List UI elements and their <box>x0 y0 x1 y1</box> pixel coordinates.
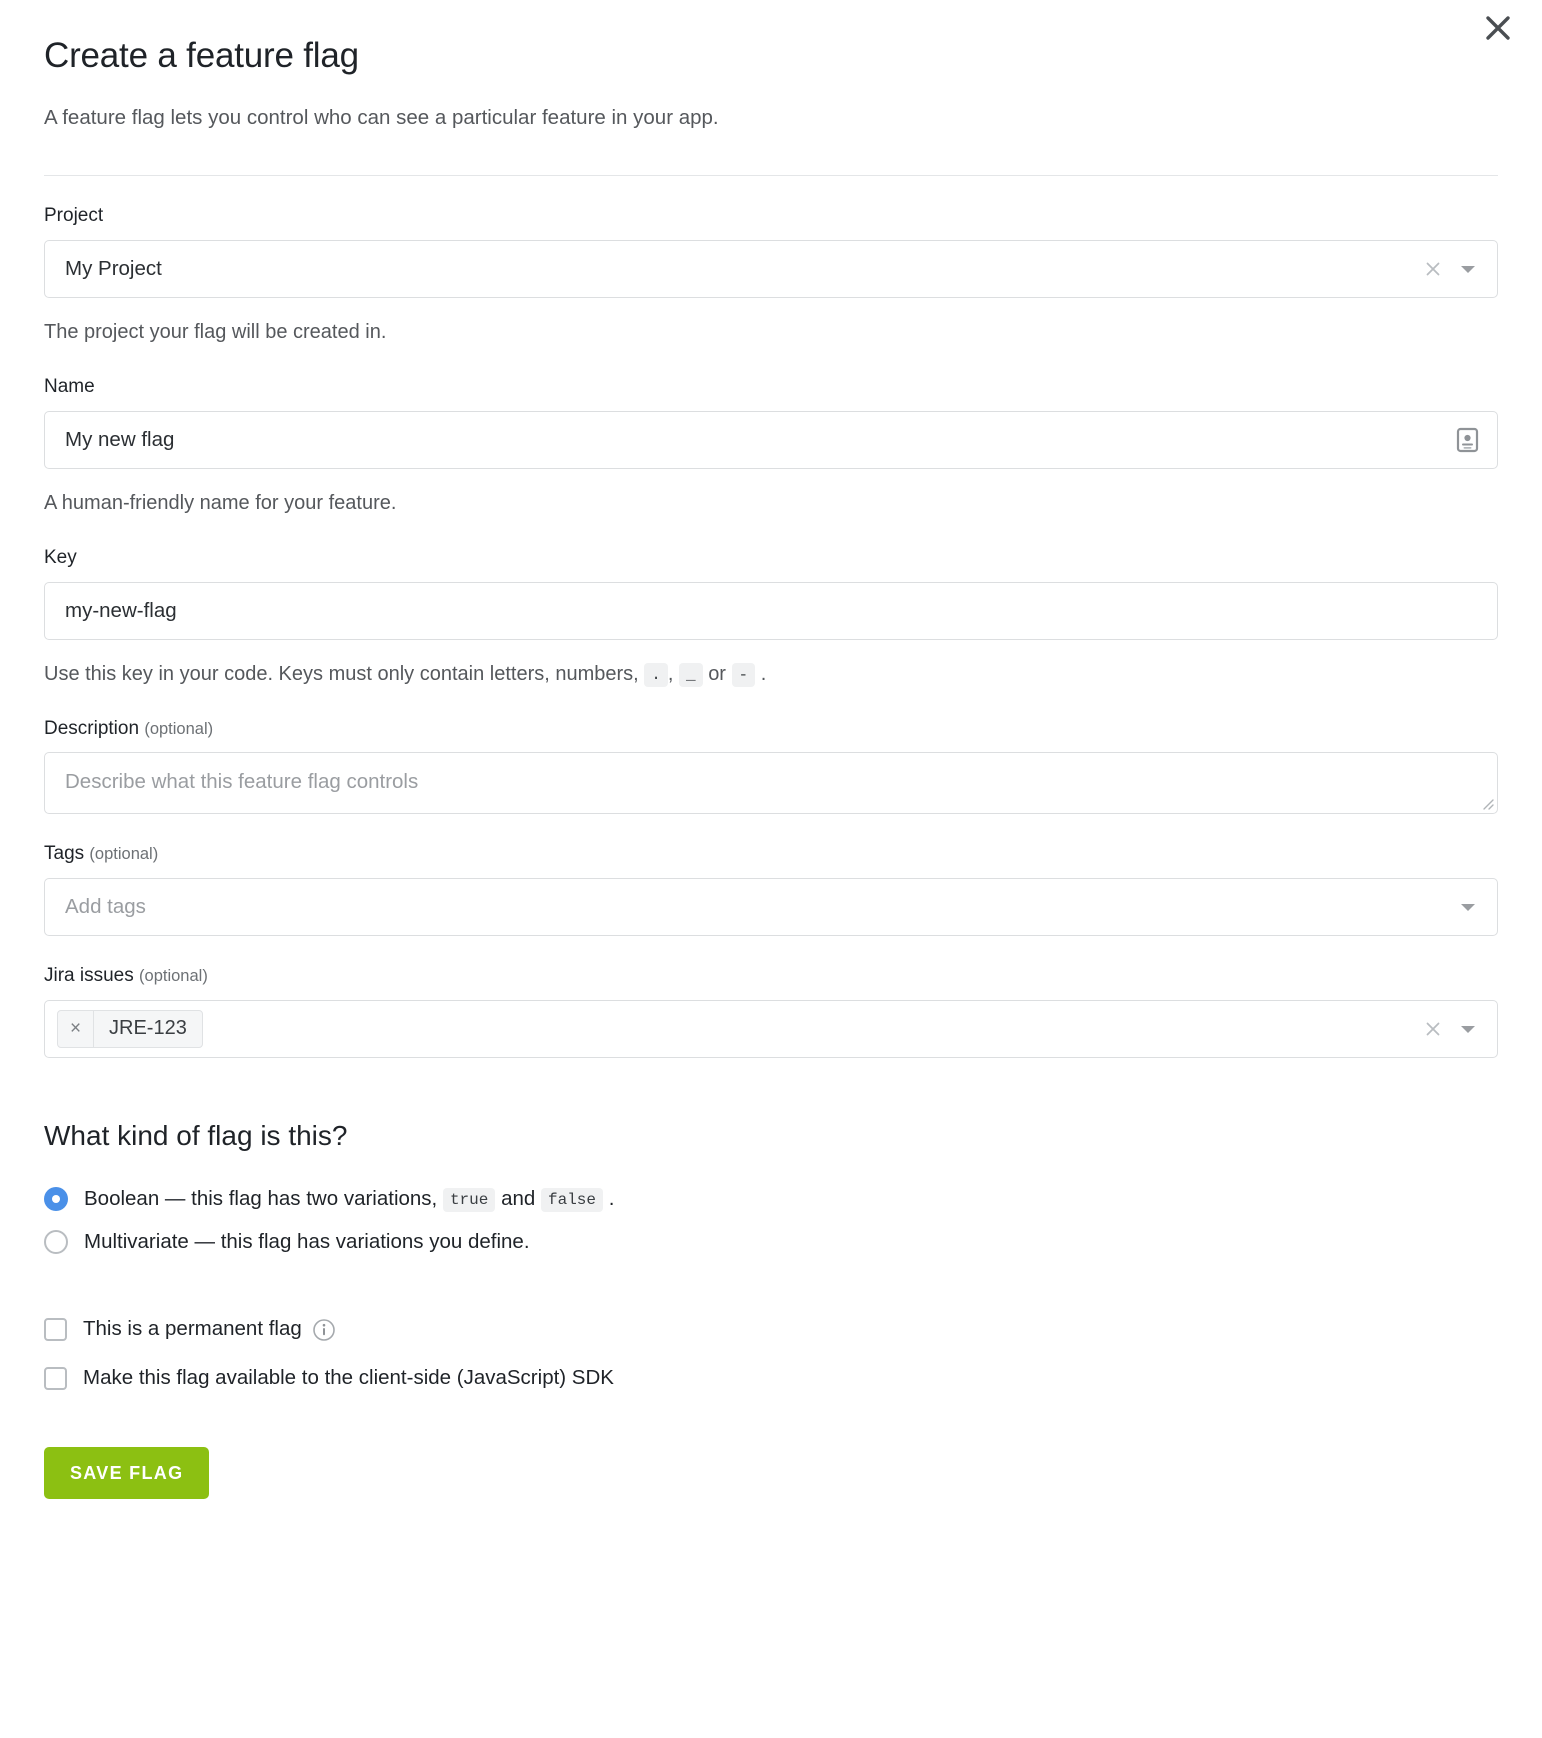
tags-input[interactable] <box>45 878 1457 935</box>
chevron-down-icon[interactable] <box>1457 258 1479 280</box>
flag-kind-heading: What kind of flag is this? <box>44 1119 348 1151</box>
info-icon-glyph <box>312 1318 335 1341</box>
description-optional: (optional) <box>144 719 214 738</box>
jira-optional: (optional) <box>139 966 208 985</box>
checkbox-client-side-sdk-label: Make this flag available to the client-s… <box>83 1366 614 1390</box>
field-description: Description (optional) <box>44 689 1498 815</box>
project-select[interactable] <box>44 240 1498 299</box>
checkbox-permanent-flag-label: This is a permanent flag <box>83 1315 336 1344</box>
page-subtitle: A feature flag lets you control who can … <box>44 105 719 129</box>
save-flag-button[interactable]: SAVE FLAG <box>44 1446 210 1499</box>
project-label: Project <box>44 205 104 227</box>
key-field[interactable] <box>44 581 1498 640</box>
dialog-actions: SAVE FLAG <box>44 1403 1498 1539</box>
chevron-down-icon-glyph <box>1461 1025 1475 1033</box>
name-help: A human-friendly name for your feature. <box>44 491 397 514</box>
chevron-down-icon[interactable] <box>1457 896 1479 918</box>
description-input[interactable] <box>45 753 1497 814</box>
checkbox-permanent-flag-text: This is a permanent flag <box>83 1317 302 1341</box>
field-project: Project The project your fl <box>44 176 1498 347</box>
radio-boolean-chip-false: false <box>540 1187 603 1212</box>
radio-boolean-prefix: Boolean — this flag has two variations, <box>84 1186 438 1210</box>
description-label: Description (optional) <box>44 717 1498 742</box>
chevron-down-icon-glyph <box>1461 903 1475 911</box>
clear-icon[interactable] <box>1423 259 1443 279</box>
key-label: Key <box>44 546 77 568</box>
key-help: Use this key in your code. Keys must onl… <box>44 640 1498 689</box>
flag-options-checkboxes: This is a permanent flag Make this flag … <box>44 1263 1498 1402</box>
radio-boolean-chip-true: true <box>442 1187 496 1212</box>
project-input[interactable] <box>45 241 1423 298</box>
name-label: Name <box>44 376 95 398</box>
radio-boolean-indicator[interactable] <box>44 1187 68 1212</box>
jira-adornments <box>1423 1001 1497 1057</box>
field-name: Name A human-friendly name for your feat… <box>44 347 1498 518</box>
project-adornments <box>1423 241 1497 297</box>
name-field[interactable] <box>44 410 1498 469</box>
name-adornments <box>1456 412 1497 468</box>
key-input[interactable] <box>45 582 1497 639</box>
clear-icon-glyph <box>1426 1022 1440 1035</box>
key-help-or: or <box>708 662 726 685</box>
clear-icon[interactable] <box>1423 1019 1443 1039</box>
dialog-content: Create a feature flag A feature flag let… <box>0 0 1542 1539</box>
chevron-down-icon[interactable] <box>1457 1018 1479 1040</box>
flag-kind-radio-group: Boolean — this flag has two variations, … <box>44 1154 1498 1263</box>
jira-token-label: JRE-123 <box>109 1017 187 1040</box>
checkbox-client-side-sdk[interactable]: Make this flag available to the client-s… <box>44 1354 1498 1403</box>
tags-optional: (optional) <box>89 845 159 864</box>
chevron-down-icon-glyph <box>1461 266 1475 274</box>
jira-label-text: Jira issues <box>44 964 134 986</box>
clear-icon-glyph <box>1426 262 1440 276</box>
description-field[interactable] <box>44 752 1498 815</box>
radio-multivariate-label: Multivariate — this flag has variations … <box>84 1229 530 1253</box>
description-label-text: Description <box>44 717 140 739</box>
tags-select[interactable] <box>44 877 1498 936</box>
field-key: Key Use this key in your code. Keys must… <box>44 518 1498 689</box>
key-chip-dash: - <box>731 662 756 687</box>
field-tags: Tags (optional) <box>44 814 1498 936</box>
jira-input[interactable] <box>202 1000 1423 1057</box>
radio-multivariate-indicator[interactable] <box>44 1229 68 1254</box>
field-jira-issues: Jira issues (optional) × JRE-123 <box>44 936 1498 1058</box>
contact-card-icon-glyph <box>1456 427 1479 452</box>
close-icon-glyph <box>1486 16 1510 40</box>
key-chip-underscore: _ <box>679 662 703 687</box>
close-icon[interactable] <box>1476 6 1520 50</box>
checkbox-permanent-flag-box[interactable] <box>44 1318 67 1342</box>
project-help: The project your flag will be created in… <box>44 321 387 344</box>
create-feature-flag-dialog: Create a feature flag A feature flag let… <box>0 0 1542 1738</box>
radio-boolean-label: Boolean — this flag has two variations, … <box>84 1185 614 1214</box>
radio-multivariate[interactable]: Multivariate — this flag has variations … <box>44 1221 1498 1264</box>
remove-token-icon[interactable]: × <box>58 1010 94 1047</box>
radio-boolean-middle: and <box>501 1186 536 1210</box>
key-help-period: . <box>760 662 767 685</box>
key-help-comma: , <box>667 662 674 685</box>
radio-boolean-suffix: . <box>608 1186 615 1210</box>
key-chip-dot: . <box>644 662 668 687</box>
name-input[interactable] <box>45 411 1456 468</box>
jira-token[interactable]: × JRE-123 <box>57 1009 203 1048</box>
tags-adornments <box>1457 879 1497 935</box>
info-icon[interactable] <box>312 1318 336 1342</box>
tags-label: Tags (optional) <box>44 842 1498 867</box>
contact-card-icon[interactable] <box>1456 427 1479 453</box>
checkbox-permanent-flag[interactable]: This is a permanent flag <box>44 1305 1498 1354</box>
tags-label-text: Tags <box>44 843 85 865</box>
jira-label: Jira issues (optional) <box>44 964 1498 989</box>
radio-boolean[interactable]: Boolean — this flag has two variations, … <box>44 1178 1498 1221</box>
page-title: Create a feature flag <box>44 36 359 75</box>
checkbox-client-side-sdk-box[interactable] <box>44 1366 67 1390</box>
key-help-prefix: Use this key in your code. Keys must onl… <box>44 662 639 685</box>
jira-select[interactable]: × JRE-123 <box>44 999 1498 1058</box>
